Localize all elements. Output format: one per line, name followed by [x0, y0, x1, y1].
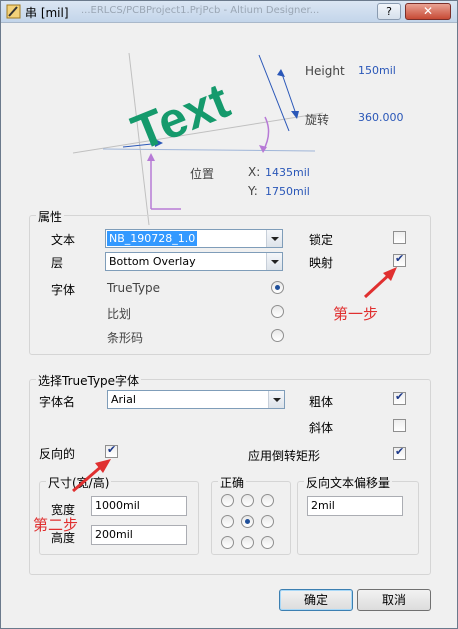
font-name-combobox-value: Arial	[111, 393, 136, 406]
justify-bottom-right-radio[interactable]	[261, 536, 274, 549]
layer-combobox[interactable]: Bottom Overlay	[105, 252, 283, 271]
locked-label: 锁定	[309, 233, 334, 247]
font-name-label: 字体名	[39, 395, 76, 409]
string-icon	[6, 4, 21, 19]
justify-bottom-center-radio[interactable]	[241, 536, 254, 549]
window-title-ghost: ...ERLCS/PCBProject1.PrjPcb - Altium Des…	[81, 5, 320, 16]
font-option-stroke-radio[interactable]	[271, 305, 284, 318]
font-option-stroke-label: 比划	[107, 307, 132, 321]
arrow-icon	[72, 459, 111, 493]
justify-middle-right-radio[interactable]	[261, 515, 274, 528]
font-option-truetype-label: TrueType	[107, 281, 161, 295]
inverted-offset-group: 反向文本偏移量	[297, 474, 419, 555]
text-dropdown-arrow[interactable]	[266, 230, 282, 247]
font-option-barcode-radio[interactable]	[271, 329, 284, 342]
title-bar[interactable]: 串 [mil] ...ERLCS/PCBProject1.PrjPcb - Al…	[1, 1, 457, 23]
preview-x-label: X:	[248, 165, 261, 179]
ok-button[interactable]: 确定	[279, 589, 353, 611]
layer-combobox-value: Bottom Overlay	[109, 255, 196, 268]
preview-sample-text: Text	[124, 72, 237, 161]
help-button[interactable]: ?	[377, 3, 401, 20]
window-title: 串 [mil]	[25, 6, 69, 20]
font-name-dropdown-arrow[interactable]	[268, 391, 284, 408]
truetype-group-title: 选择TrueType字体	[36, 372, 142, 389]
italic-checkbox[interactable]	[393, 419, 406, 432]
justify-top-right-radio[interactable]	[261, 494, 274, 507]
preview-rotation-label: 旋转	[305, 113, 330, 127]
mirror-label: 映射	[309, 256, 334, 270]
inverted-rect-label: 应用倒转矩形	[248, 449, 321, 463]
text-combobox-value: NB_190728_1.0	[107, 231, 198, 246]
justify-middle-left-radio[interactable]	[221, 515, 234, 528]
font-name-combobox[interactable]: Arial	[107, 390, 285, 409]
preview-y-value: 1750mil	[265, 185, 310, 198]
text-preview-graphic: Text	[72, 53, 323, 225]
preview-position-label: 位置	[190, 167, 215, 181]
text-label: 文本	[51, 233, 76, 247]
step1-annotation: 第一步	[333, 305, 379, 323]
italic-label: 斜体	[309, 421, 334, 435]
inverted-offset-input[interactable]: 2mil	[307, 496, 403, 516]
bold-checkbox[interactable]	[393, 390, 406, 405]
justify-top-center-radio[interactable]	[241, 494, 254, 507]
bold-label: 粗体	[309, 395, 334, 409]
font-label: 字体	[51, 283, 76, 297]
cancel-button[interactable]: 取消	[357, 589, 431, 611]
step2-annotation: 第二步	[33, 516, 79, 534]
font-option-truetype-radio[interactable]	[271, 281, 284, 294]
dialog-window: 串 [mil] ...ERLCS/PCBProject1.PrjPcb - Al…	[0, 0, 458, 629]
locked-checkbox[interactable]	[393, 231, 406, 244]
arrow-icon	[363, 267, 397, 299]
layer-dropdown-arrow[interactable]	[266, 253, 282, 270]
justify-center-radio[interactable]	[241, 515, 254, 528]
text-combobox[interactable]: NB_190728_1.0	[105, 229, 283, 248]
preview-rotation-value: 360.000	[358, 111, 404, 124]
width-input[interactable]: 1000mil	[91, 496, 187, 516]
preview-height-label: Height	[305, 64, 345, 78]
close-button[interactable]: ✕	[405, 3, 451, 20]
justify-top-left-radio[interactable]	[221, 494, 234, 507]
inverted-offset-group-title: 反向文本偏移量	[304, 474, 393, 491]
justify-bottom-left-radio[interactable]	[221, 536, 234, 549]
height-input[interactable]: 200mil	[91, 525, 187, 545]
font-option-barcode-label: 条形码	[107, 331, 144, 345]
justification-group-title: 正确	[218, 474, 247, 491]
dialog-body: Text Height 150mil 旋转 360.000 位置 X: 1435…	[7, 29, 451, 625]
preview-y-label: Y:	[248, 184, 258, 198]
preview-height-value: 150mil	[358, 64, 396, 77]
layer-label: 层	[51, 256, 64, 270]
properties-group-title: 属性	[36, 208, 65, 225]
preview-x-value: 1435mil	[265, 166, 310, 179]
inverted-rect-checkbox[interactable]	[393, 445, 406, 460]
